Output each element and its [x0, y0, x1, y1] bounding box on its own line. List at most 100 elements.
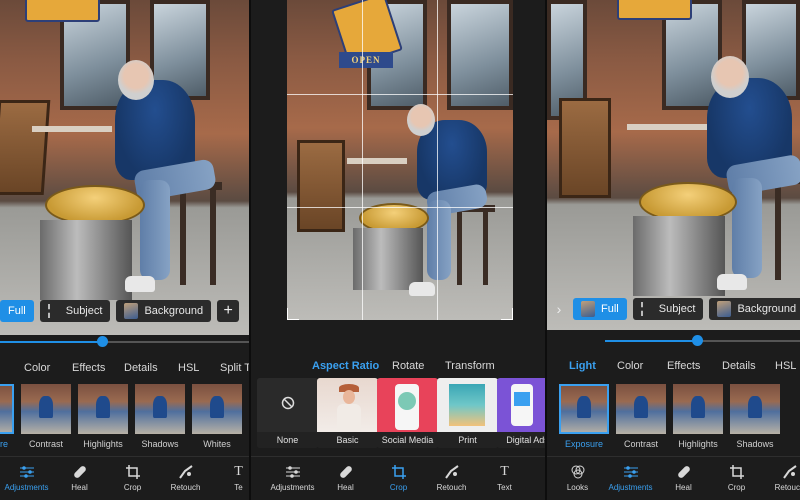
- cafe-table: [32, 126, 112, 132]
- photo-canvas[interactable]: [547, 0, 800, 330]
- tool-adjustments[interactable]: Adjustments: [604, 457, 657, 500]
- preset-highlights[interactable]: Highlights: [78, 384, 128, 449]
- tool-heal[interactable]: Heal: [319, 457, 372, 500]
- tab-details[interactable]: Details: [722, 360, 775, 372]
- tab-transform[interactable]: Transform: [445, 360, 495, 372]
- tab-hsl[interactable]: HSL: [775, 360, 796, 372]
- adjust-slider-knob[interactable]: [692, 335, 703, 346]
- retouch-icon: [178, 465, 194, 479]
- tool-crop[interactable]: Crop: [710, 457, 763, 500]
- crop-handle-bottom-right[interactable]: [501, 308, 513, 320]
- tool-adjustments[interactable]: Adjustments: [266, 457, 319, 500]
- mask-full-pill[interactable]: Full: [0, 300, 34, 322]
- tab-effects[interactable]: Effects: [72, 362, 124, 374]
- preset-exposure[interactable]: Exposure: [559, 384, 609, 449]
- no-ratio-icon: [281, 396, 295, 415]
- ratio-print[interactable]: Print: [437, 378, 498, 448]
- preset-shadows[interactable]: Shadows: [730, 384, 780, 449]
- bandage-icon: [72, 465, 88, 479]
- crop-icon: [125, 465, 141, 479]
- text-icon: T: [234, 464, 243, 479]
- open-sign: [617, 0, 692, 20]
- subject-icon: [640, 302, 653, 316]
- middle-phone-panel: OPEN Aspect Ratio Rotate Transform None: [251, 0, 545, 500]
- adjust-slider-fill: [0, 341, 102, 343]
- preset-contrast[interactable]: Contrast: [616, 384, 666, 449]
- cafe-table: [627, 124, 707, 130]
- preset-highlights[interactable]: Highlights: [673, 384, 723, 449]
- tool-text[interactable]: T Text: [478, 457, 531, 500]
- bandage-icon: [338, 465, 354, 479]
- crop-grid-line: [287, 94, 513, 95]
- ratio-digital-ads[interactable]: Digital Ads: [497, 378, 545, 448]
- tool-crop[interactable]: Crop: [106, 457, 159, 500]
- bottom-toolbar: Looks Adjustments Heal Crop Retouch: [547, 456, 800, 500]
- mask-full-pill[interactable]: Full: [573, 298, 627, 320]
- open-sign-text: OPEN: [339, 52, 393, 68]
- wheel-stand: [40, 220, 132, 300]
- open-sign: [25, 0, 100, 22]
- preset-exposure[interactable]: re: [0, 384, 14, 449]
- mask-subject-pill[interactable]: Subject: [632, 298, 704, 320]
- retouch-icon: [782, 465, 798, 479]
- person-head: [118, 60, 154, 100]
- ratio-social-media[interactable]: Social Media: [377, 378, 438, 448]
- wheel-stand: [633, 216, 725, 296]
- tab-rotate[interactable]: Rotate: [392, 360, 445, 372]
- right-phone-panel: › Full Subject Background Light Color Ef…: [547, 0, 800, 500]
- looks-icon: [570, 465, 586, 479]
- sign-easel: [0, 100, 51, 195]
- preset-whites[interactable]: Whites: [192, 384, 242, 449]
- chevron-right-icon[interactable]: ›: [551, 301, 567, 317]
- wheel-stand: [353, 228, 423, 290]
- adjust-slider-knob[interactable]: [97, 336, 108, 347]
- tab-color[interactable]: Color: [617, 360, 667, 372]
- crop-grid-line: [287, 207, 513, 208]
- photo-canvas[interactable]: [0, 0, 249, 335]
- sign-easel: [559, 98, 611, 198]
- sliders-icon: [623, 465, 639, 479]
- tool-text[interactable]: T Te: [212, 457, 249, 500]
- full-thumbnail: [581, 301, 595, 317]
- cafe-table: [347, 158, 407, 164]
- preset-shadows[interactable]: Shadows: [135, 384, 185, 449]
- crop-icon: [729, 465, 745, 479]
- crop-canvas[interactable]: OPEN: [287, 0, 513, 320]
- tab-details[interactable]: Details: [124, 362, 178, 374]
- tab-color[interactable]: Color: [24, 362, 72, 374]
- retouch-icon: [444, 465, 460, 479]
- person-head: [407, 104, 435, 136]
- tab-light[interactable]: Light: [569, 360, 617, 372]
- crop-icon: [391, 465, 407, 479]
- mask-background-pill[interactable]: Background: [116, 300, 212, 322]
- tab-aspect-ratio[interactable]: Aspect Ratio: [312, 360, 392, 372]
- sliders-icon: [19, 465, 35, 479]
- mask-subject-pill[interactable]: Subject: [39, 300, 111, 322]
- ratio-none[interactable]: None: [257, 378, 318, 448]
- tool-heal[interactable]: Heal: [53, 457, 106, 500]
- sign-easel: [297, 140, 345, 232]
- ratio-basic[interactable]: Basic: [317, 378, 378, 448]
- tool-looks[interactable]: Looks: [551, 457, 604, 500]
- tab-effects[interactable]: Effects: [667, 360, 722, 372]
- tool-retouch[interactable]: Retouch: [763, 457, 800, 500]
- tool-heal[interactable]: Heal: [657, 457, 710, 500]
- add-mask-button[interactable]: +: [217, 300, 240, 322]
- tool-crop[interactable]: Crop: [372, 457, 425, 500]
- bandage-icon: [676, 465, 692, 479]
- pottery-wheel: [45, 185, 145, 225]
- background-thumbnail: [717, 301, 732, 317]
- tool-adjustments[interactable]: Adjustments: [0, 457, 53, 500]
- mask-background-pill[interactable]: Background: [709, 298, 800, 320]
- subject-icon: [47, 304, 60, 318]
- crop-handle-bottom-left[interactable]: [287, 308, 299, 320]
- crop-grid-line: [362, 0, 363, 320]
- preset-contrast[interactable]: Contrast: [21, 384, 71, 449]
- tab-hsl[interactable]: HSL: [178, 362, 220, 374]
- tool-retouch[interactable]: Retouch: [425, 457, 478, 500]
- tool-retouch[interactable]: Retouch: [159, 457, 212, 500]
- person-head: [711, 56, 749, 98]
- bottom-toolbar: Adjustments Heal Crop Retouch T Te: [0, 456, 249, 500]
- tab-split-tone[interactable]: Split To: [220, 362, 249, 374]
- crop-grid-line: [437, 0, 438, 320]
